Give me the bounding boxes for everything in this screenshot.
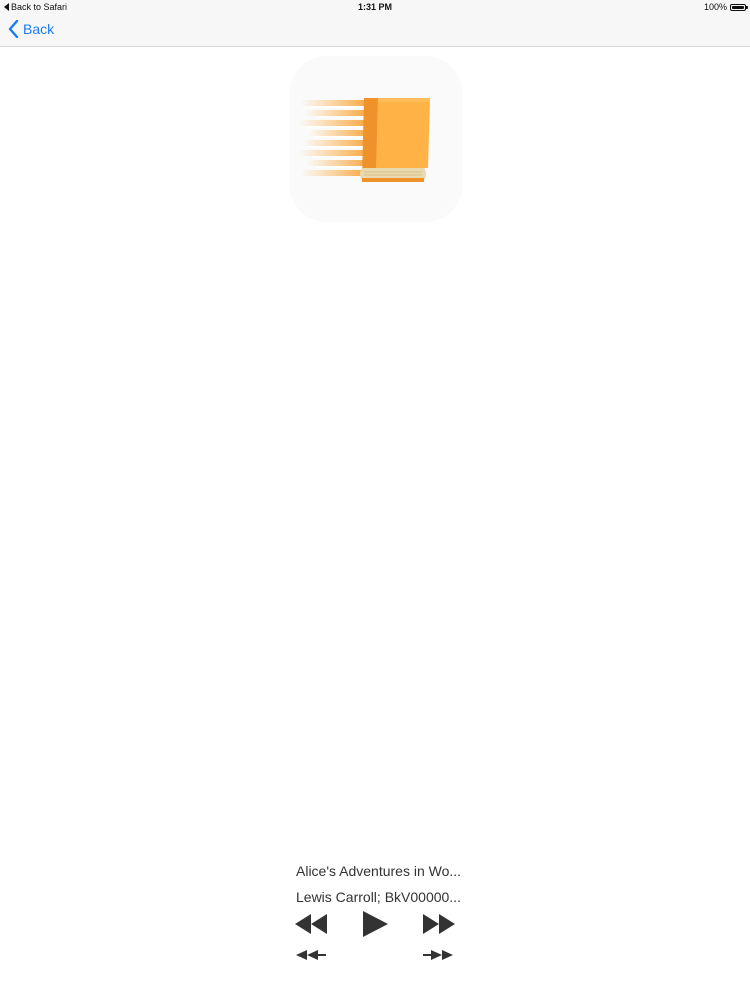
skip-forward-icon[interactable] bbox=[422, 949, 454, 961]
navigation-bar: Back bbox=[0, 14, 750, 47]
rewind-icon[interactable] bbox=[294, 913, 328, 935]
track-artist: Lewis Carroll; BkV00000... bbox=[296, 889, 461, 905]
status-bar: Back to Safari 1:31 PM 100% bbox=[0, 0, 750, 14]
track-title: Alice's Adventures in Wo... bbox=[296, 863, 462, 879]
battery-icon bbox=[730, 3, 748, 11]
media-player: Alice's Adventures in Wo... Lewis Carrol… bbox=[0, 860, 750, 970]
status-time: 1:31 PM bbox=[357, 2, 392, 12]
battery-percentage: 100% bbox=[703, 2, 727, 12]
skip-back-icon[interactable] bbox=[295, 949, 327, 961]
chevron-left-icon bbox=[8, 20, 19, 38]
back-button-label: Back bbox=[23, 21, 55, 37]
battery-status: 100% bbox=[703, 2, 748, 12]
play-icon[interactable] bbox=[361, 910, 389, 938]
app-icon bbox=[290, 56, 462, 222]
fast-forward-icon[interactable] bbox=[422, 913, 456, 935]
book-icon bbox=[298, 98, 430, 182]
back-button[interactable]: Back bbox=[8, 20, 54, 38]
